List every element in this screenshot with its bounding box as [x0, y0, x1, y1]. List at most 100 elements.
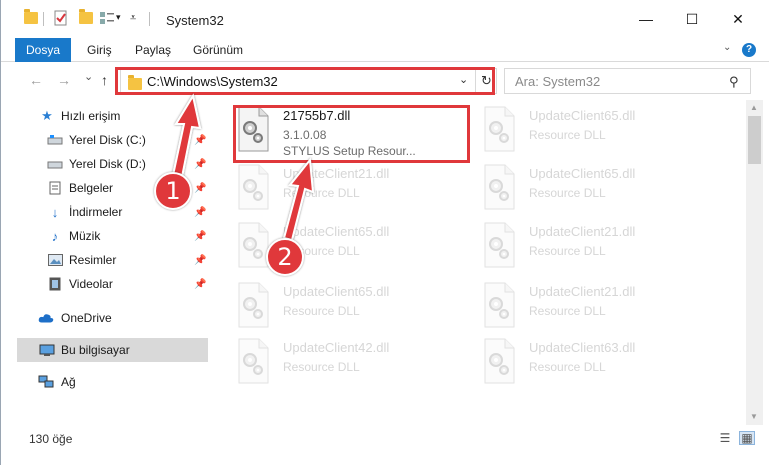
- file-item[interactable]: 21755b7.dll 3.1.0.08 STYLUS Setup Resour..…: [235, 104, 470, 160]
- file-description: Resource DLL: [283, 186, 360, 200]
- sidebar-item-this-pc[interactable]: Bu bilgisayar: [17, 338, 208, 362]
- expand-ribbon-icon[interactable]: ⌄: [723, 42, 731, 53]
- file-name: UpdateClient65.dll: [529, 166, 636, 181]
- drive-icon: [47, 157, 63, 171]
- sidebar-item-label: Yerel Disk (D:): [69, 157, 146, 171]
- file-item[interactable]: UpdateClient65.dll Resource DLL: [481, 104, 716, 160]
- sidebar-item-label: İndirmeler: [69, 205, 123, 219]
- documents-icon: [47, 181, 63, 195]
- ribbon-tabs: Dosya Giriş Paylaş Görünüm ⌄ ?: [1, 38, 769, 62]
- recent-locations-button[interactable]: ⌄: [84, 70, 93, 83]
- sidebar-item-videos[interactable]: Videolar 📌: [1, 272, 209, 296]
- separator: [149, 12, 150, 26]
- search-icon[interactable]: ⚲: [729, 74, 739, 90]
- file-item[interactable]: UpdateClient42.dll Resource DLL: [235, 336, 470, 392]
- qat-menu-icon[interactable]: ⩡: [130, 12, 136, 25]
- file-name: 21755b7.dll: [283, 108, 351, 123]
- file-item[interactable]: UpdateClient65.dll Resource DLL: [235, 280, 470, 336]
- file-item[interactable]: UpdateClient21.dll Resource DLL: [481, 280, 716, 336]
- music-icon: ♪: [51, 228, 59, 244]
- search-input[interactable]: Ara: System32: [515, 74, 600, 89]
- sidebar-item-label: Videolar: [69, 277, 113, 291]
- item-count: 130 öğe: [29, 432, 73, 446]
- file-description: Resource DLL: [283, 304, 360, 318]
- new-folder-icon[interactable]: [79, 9, 93, 24]
- file-description: Resource DLL: [529, 304, 606, 318]
- computer-icon: [39, 343, 55, 357]
- scroll-up-icon[interactable]: ▲: [750, 103, 758, 112]
- forward-button[interactable]: →: [57, 72, 71, 88]
- navigation-bar: ← → ⌄ ↑ C:\Windows\System32 ⌄ ↻ Ara: Sys…: [1, 62, 769, 100]
- pin-icon: 📌: [194, 158, 207, 170]
- dll-file-icon: [235, 282, 271, 328]
- view-options-icon[interactable]: [99, 11, 115, 25]
- sidebar-item-quick-access[interactable]: ★ Hızlı erişim: [1, 104, 209, 128]
- up-button[interactable]: ↑: [101, 72, 108, 88]
- dll-file-icon: [235, 106, 271, 152]
- tab-file[interactable]: Dosya: [15, 38, 71, 62]
- folder-icon: [128, 75, 142, 90]
- file-description: Resource DLL: [529, 360, 606, 374]
- file-name: UpdateClient65.dll: [283, 284, 390, 299]
- sidebar-item-label: Hızlı erişim: [61, 109, 121, 123]
- file-name: UpdateClient21.dll: [283, 166, 390, 181]
- network-icon: [38, 375, 54, 389]
- sidebar-item-label: Belgeler: [69, 181, 114, 195]
- star-icon: ★: [41, 108, 53, 123]
- pin-icon: 📌: [194, 230, 207, 242]
- dll-file-icon: [481, 222, 517, 268]
- file-item[interactable]: UpdateClient63.dll Resource DLL: [481, 336, 716, 392]
- sidebar-item-onedrive[interactable]: OneDrive: [1, 306, 209, 330]
- tab-view[interactable]: Görünüm: [193, 43, 243, 57]
- dll-file-icon: [481, 282, 517, 328]
- scroll-down-icon[interactable]: ▼: [750, 412, 758, 421]
- chevron-down-icon[interactable]: ⌄: [459, 73, 468, 86]
- sidebar-item-network[interactable]: Ağ: [1, 370, 209, 394]
- close-button[interactable]: ✕: [715, 0, 761, 38]
- window-title: System32: [166, 13, 224, 28]
- file-name: UpdateClient65.dll: [283, 224, 390, 239]
- dll-file-icon: [481, 106, 517, 152]
- details-view-icon[interactable]: ☰: [717, 431, 733, 445]
- file-item[interactable]: UpdateClient21.dll Resource DLL: [235, 162, 470, 218]
- tiles-view-icon[interactable]: ▦: [739, 431, 755, 445]
- address-path[interactable]: C:\Windows\System32: [147, 74, 278, 89]
- sidebar-item-pictures[interactable]: Resimler 📌: [1, 248, 209, 272]
- file-name: UpdateClient65.dll: [529, 108, 636, 123]
- title-bar: ▾ ⩡ System32 — ☐ ✕: [1, 0, 769, 38]
- file-explorer-window: ▾ ⩡ System32 — ☐ ✕ Dosya Giriş Paylaş Gö…: [0, 0, 769, 465]
- refresh-icon[interactable]: ↻: [475, 69, 497, 93]
- file-description: Resource DLL: [529, 244, 606, 258]
- sidebar-item-local-disk-c[interactable]: Yerel Disk (C:) 📌: [1, 128, 209, 152]
- file-item[interactable]: UpdateClient65.dll Resource DLL: [481, 162, 716, 218]
- file-description: STYLUS Setup Resour...: [283, 144, 416, 158]
- tab-home[interactable]: Giriş: [87, 43, 112, 57]
- file-description: Resource DLL: [529, 128, 606, 142]
- sidebar-item-label: Resimler: [69, 253, 117, 267]
- help-icon[interactable]: ?: [742, 43, 756, 57]
- minimize-button[interactable]: —: [623, 0, 669, 38]
- pin-icon: 📌: [194, 278, 207, 290]
- pin-icon: 📌: [194, 206, 207, 218]
- sidebar-item-music[interactable]: ♪ Müzik 📌: [1, 224, 209, 248]
- pictures-icon: [47, 253, 63, 267]
- vertical-scrollbar[interactable]: ▲ ▼: [746, 100, 763, 425]
- scrollbar-thumb[interactable]: [748, 116, 761, 164]
- address-bar[interactable]: C:\Windows\System32 ⌄ ↻: [120, 68, 497, 94]
- maximize-button[interactable]: ☐: [669, 0, 715, 38]
- download-icon: ↓: [51, 204, 59, 220]
- file-version: 3.1.0.08: [283, 128, 327, 142]
- file-item[interactable]: UpdateClient21.dll Resource DLL: [481, 220, 716, 276]
- file-name: UpdateClient21.dll: [529, 284, 636, 299]
- callout-1: 1: [154, 172, 192, 210]
- status-bar: 130 öğe ☰ ▦: [1, 425, 769, 465]
- tab-share[interactable]: Paylaş: [135, 43, 171, 57]
- separator: [43, 12, 44, 26]
- back-button[interactable]: ←: [29, 72, 43, 88]
- sidebar-item-label: Bu bilgisayar: [61, 343, 130, 357]
- customize-dropdown-icon[interactable]: ▾: [116, 12, 121, 23]
- callout-2: 2: [266, 238, 304, 276]
- search-box[interactable]: Ara: System32 ⚲: [504, 68, 751, 94]
- dll-file-icon: [481, 338, 517, 384]
- properties-icon[interactable]: [53, 10, 69, 26]
